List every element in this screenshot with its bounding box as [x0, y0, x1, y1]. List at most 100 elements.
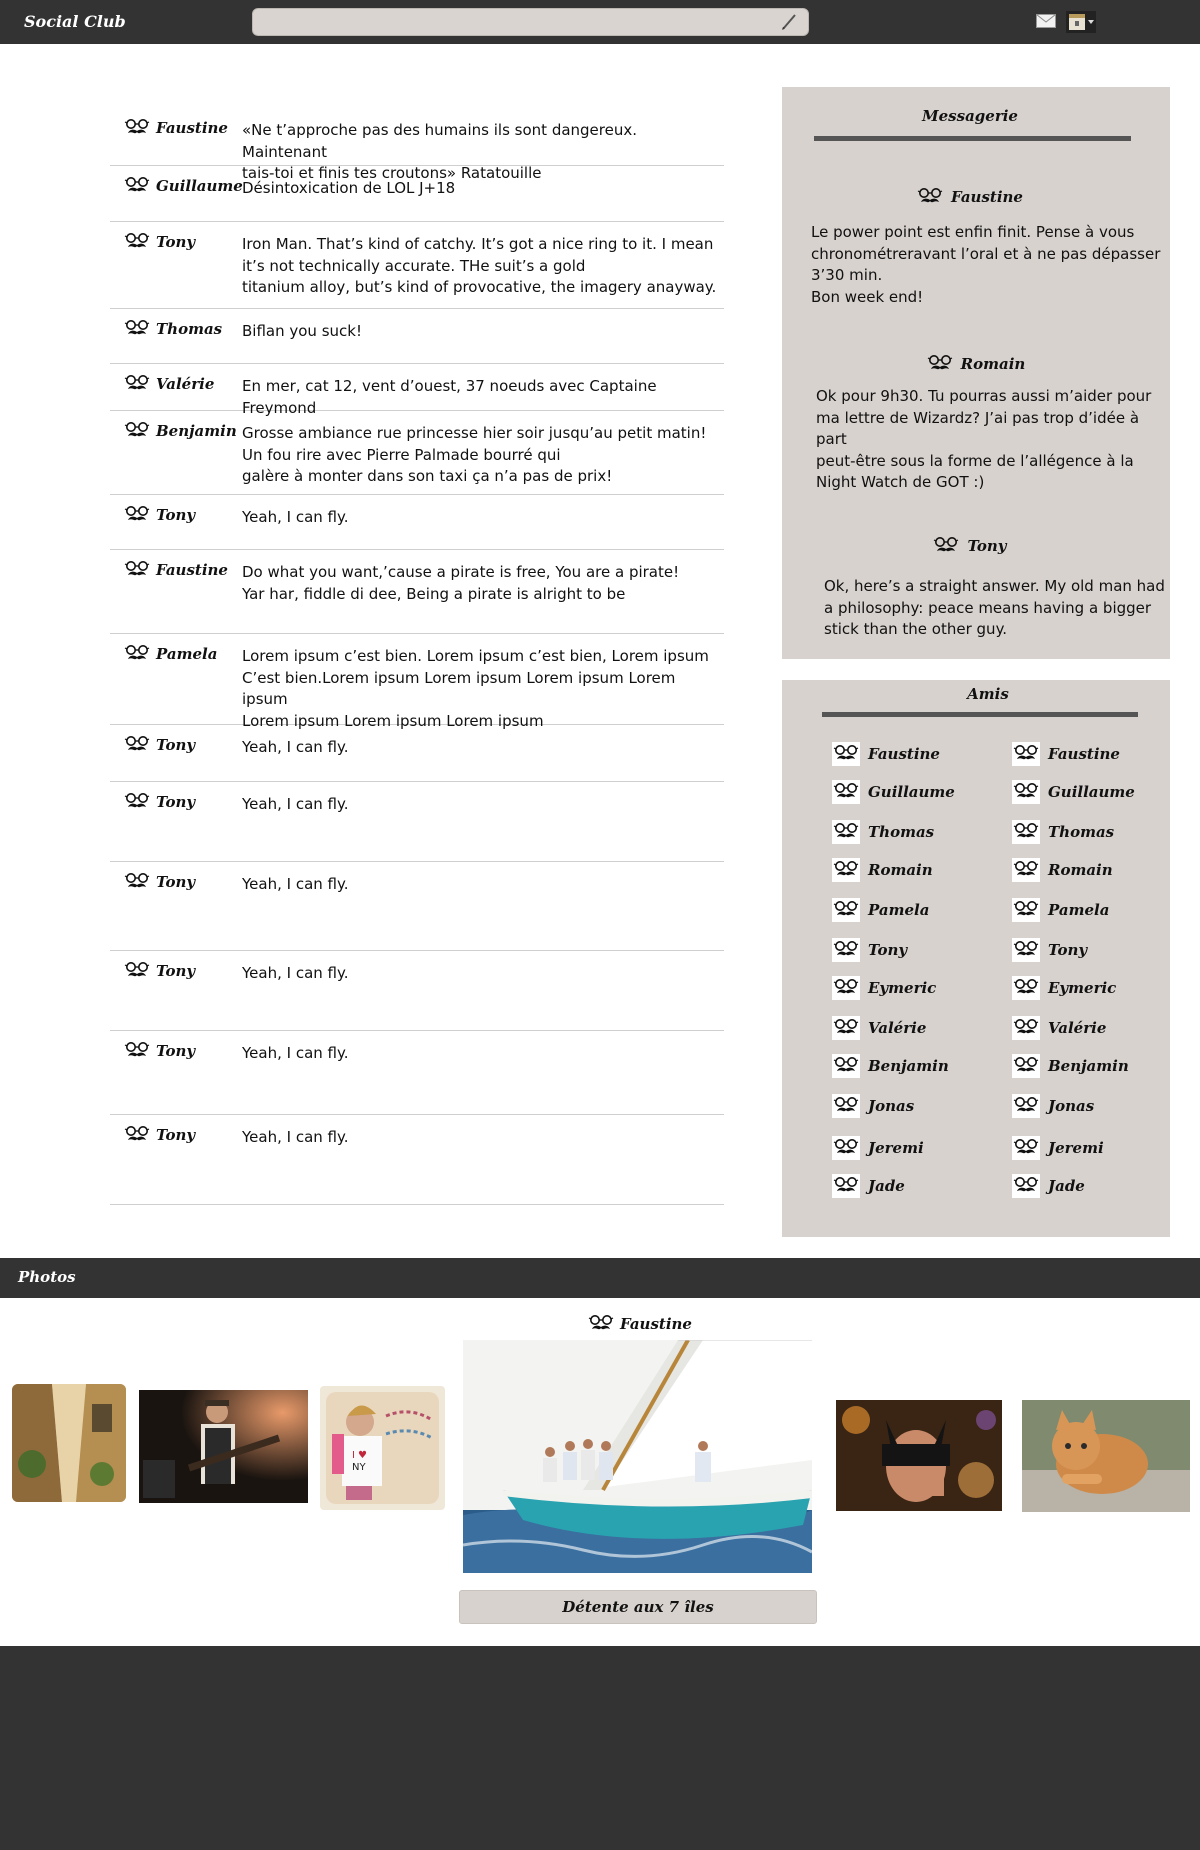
post-author[interactable]: Tony [124, 1041, 195, 1061]
friend-item[interactable]: Faustine [832, 742, 940, 766]
post-author[interactable]: Tony [124, 872, 195, 892]
mustache-glasses-icon [124, 872, 150, 892]
featured-photo-author[interactable]: Faustine [588, 1314, 692, 1334]
friend-item[interactable]: Jeremi [832, 1136, 924, 1160]
mustache-glasses-icon [832, 780, 860, 804]
feed-post[interactable]: Tony Yeah, I can fly. [110, 782, 724, 862]
post-author[interactable]: Faustine [124, 560, 228, 580]
feed-post[interactable]: Tony Yeah, I can fly. [110, 862, 724, 951]
search-bar[interactable] [252, 8, 809, 36]
brand-logo[interactable]: Social Club [24, 12, 126, 31]
post-author-name: Tony [156, 873, 196, 891]
feed-post[interactable]: Tony Yeah, I can fly. [110, 951, 724, 1031]
friend-item[interactable]: Eymeric [832, 976, 936, 1000]
feed-post[interactable]: Faustine Do what you want,’cause a pirate… [110, 550, 724, 634]
post-text: Yeah, I can fly. [242, 738, 349, 756]
news-feed: Faustine «Ne t’approche pas des humains i… [110, 108, 724, 1205]
feed-post[interactable]: Thomas Biflan you suck! [110, 309, 724, 364]
mustache-glasses-icon [832, 938, 860, 962]
message-item[interactable]: Tony Ok, here’s a straight answer. My ol… [782, 536, 1170, 641]
svg-text:I: I [352, 1450, 355, 1461]
friend-item[interactable]: Tony [832, 938, 907, 962]
friend-name: Guillaume [868, 783, 955, 801]
post-author[interactable]: Tony [124, 961, 195, 981]
friend-name: Faustine [1048, 745, 1120, 763]
friend-item[interactable]: Jade [832, 1174, 905, 1198]
post-author-name: Tony [156, 1042, 196, 1060]
friend-item[interactable]: Romain [832, 858, 933, 882]
photo-thumbnail-alley[interactable] [12, 1384, 126, 1502]
friend-item[interactable]: Pamela [832, 898, 929, 922]
post-text: Biflan you suck! [242, 322, 362, 340]
feed-post[interactable]: Tony Yeah, I can fly. [110, 1031, 724, 1115]
post-author[interactable]: Pamela [124, 644, 217, 664]
post-author[interactable]: Faustine [124, 118, 228, 138]
feed-post[interactable]: Faustine «Ne t’approche pas des humains i… [110, 108, 724, 182]
post-author[interactable]: Tony [124, 1125, 195, 1145]
photo-thumbnail-cat[interactable] [1022, 1400, 1190, 1512]
post-text: Yeah, I can fly. [242, 1044, 349, 1062]
friend-name: Valérie [1048, 1019, 1107, 1037]
friend-item[interactable]: Faustine [1012, 742, 1120, 766]
friend-name: Pamela [868, 901, 930, 919]
search-input[interactable] [263, 12, 763, 32]
messagerie-panel: Messagerie Faustine Le power point est e… [782, 87, 1170, 659]
post-author[interactable]: Tony [124, 232, 195, 252]
post-author[interactable]: Valérie [124, 374, 214, 394]
friend-item[interactable]: Benjamin [832, 1054, 949, 1078]
friend-item[interactable]: Valérie [832, 1016, 926, 1040]
post-author-name: Tony [156, 962, 196, 980]
friend-name: Tony [868, 941, 908, 959]
friend-item[interactable]: Valérie [1012, 1016, 1106, 1040]
photo-thumbnail-batman-mask[interactable] [836, 1400, 1002, 1511]
feed-post[interactable]: Tony Yeah, I can fly. [110, 1115, 724, 1205]
feed-post[interactable]: Tony Yeah, I can fly. [110, 725, 724, 782]
post-author[interactable]: Tony [124, 505, 195, 525]
photo-featured-sailboat[interactable] [463, 1340, 812, 1573]
friend-item[interactable]: Eymeric [1012, 976, 1116, 1000]
feed-post[interactable]: Guillaume Désintoxication de LOL J+18 [110, 166, 724, 222]
post-author[interactable]: Tony [124, 792, 195, 812]
friend-item[interactable]: Thomas [832, 820, 934, 844]
pen-icon[interactable] [780, 13, 798, 31]
friend-name: Jeremi [868, 1139, 924, 1157]
mustache-glasses-icon [917, 187, 943, 207]
photo-thumbnail-ny-shirt[interactable]: I ♥ NY [320, 1386, 445, 1510]
friend-item[interactable]: Jonas [832, 1094, 914, 1118]
message-item[interactable]: Faustine Le power point est enfin finit.… [782, 187, 1170, 308]
message-item[interactable]: Romain Ok pour 9h30. Tu pourras aussi m’… [782, 354, 1170, 494]
friend-item[interactable]: Pamela [1012, 898, 1109, 922]
mustache-glasses-icon [124, 961, 150, 981]
post-author-name: Pamela [156, 645, 218, 663]
friend-item[interactable]: Jade [1012, 1174, 1085, 1198]
friend-item[interactable]: Jonas [1012, 1094, 1094, 1118]
feed-post[interactable]: Benjamin Grosse ambiance rue princesse hi… [110, 411, 724, 495]
feed-post[interactable]: Pamela Lorem ipsum c’est bien. Lorem ipsu… [110, 634, 724, 730]
friend-item[interactable]: Guillaume [1012, 780, 1135, 804]
post-text: Iron Man. That’s kind of catchy. It’s go… [242, 235, 717, 296]
friend-item[interactable]: Jeremi [1012, 1136, 1104, 1160]
mustache-glasses-icon [124, 374, 150, 394]
mustache-glasses-icon [124, 560, 150, 580]
photo-thumbnail-guitarist[interactable] [139, 1390, 308, 1503]
friend-item[interactable]: Thomas [1012, 820, 1114, 844]
post-text: Yeah, I can fly. [242, 875, 349, 893]
feed-post[interactable]: Tony Yeah, I can fly. [110, 495, 724, 550]
post-author[interactable]: Guillaume [124, 176, 243, 196]
post-author[interactable]: Benjamin [124, 421, 237, 441]
mustache-glasses-icon [124, 421, 150, 441]
friend-item[interactable]: Tony [1012, 938, 1087, 962]
post-author[interactable]: Tony [124, 735, 195, 755]
post-text: Do what you want,’cause a pirate is free… [242, 563, 680, 603]
feed-post[interactable]: Tony Iron Man. That’s kind of catchy. It’… [110, 222, 724, 309]
mail-icon[interactable] [1036, 14, 1056, 28]
friend-item[interactable]: Romain [1012, 858, 1113, 882]
friend-item[interactable]: Benjamin [1012, 1054, 1129, 1078]
friend-item[interactable]: Guillaume [832, 780, 955, 804]
mustache-glasses-icon [124, 735, 150, 755]
calendar-dropdown-icon[interactable] [1066, 11, 1096, 33]
mustache-glasses-icon [832, 976, 860, 1000]
post-author[interactable]: Thomas [124, 319, 222, 339]
feed-post[interactable]: Valérie En mer, cat 12, vent d’ouest, 37 … [110, 364, 724, 417]
mustache-glasses-icon [124, 176, 150, 196]
